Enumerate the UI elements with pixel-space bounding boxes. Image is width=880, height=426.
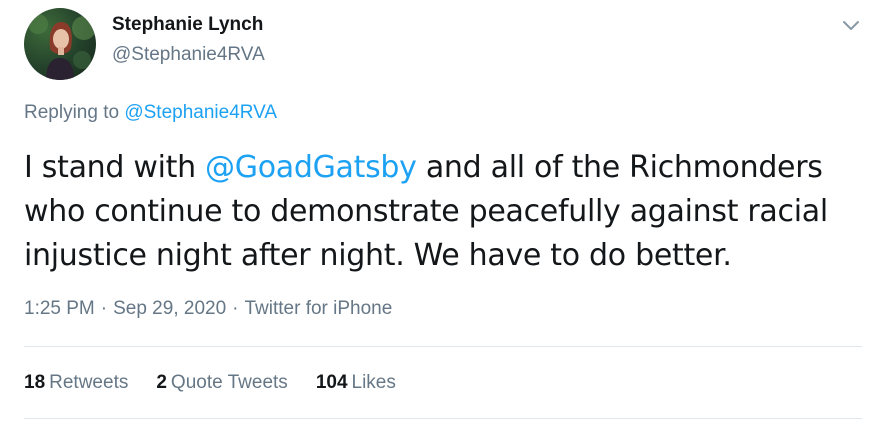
- mention-link[interactable]: @GoadGatsby: [205, 150, 417, 185]
- likes-count: 104: [315, 372, 348, 393]
- tweet-date[interactable]: Sep 29, 2020: [113, 298, 226, 319]
- tweet-stats: 18 Retweets 2 Quote Tweets 104 Likes: [24, 372, 396, 394]
- likes-label: Likes: [351, 372, 396, 393]
- chevron-down-icon[interactable]: [840, 14, 862, 36]
- author-handle[interactable]: @Stephanie4RVA: [112, 44, 265, 66]
- avatar-image: [28, 14, 96, 80]
- divider: [24, 418, 862, 419]
- meta-separator: ·: [100, 298, 108, 319]
- likes-stat[interactable]: 104 Likes: [316, 372, 396, 394]
- tweet-meta: 1:25 PM · Sep 29, 2020 · Twitter for iPhone: [24, 298, 392, 320]
- tweet-text-start: I stand with: [24, 150, 206, 185]
- retweets-count: 18: [24, 372, 46, 393]
- quote-tweets-count: 2: [156, 372, 167, 393]
- replying-to: Replying to @Stephanie4RVA: [24, 102, 277, 124]
- author-display-name[interactable]: Stephanie Lynch: [112, 14, 263, 36]
- tweet-source[interactable]: Twitter for iPhone: [244, 298, 392, 319]
- meta-separator: ·: [232, 298, 239, 319]
- retweets-label: Retweets: [49, 372, 129, 393]
- retweets-stat[interactable]: 18 Retweets: [24, 372, 128, 394]
- quote-tweets-stat[interactable]: 2 Quote Tweets: [156, 372, 287, 394]
- quote-tweets-label: Quote Tweets: [170, 372, 288, 393]
- replying-target-link[interactable]: @Stephanie4RVA: [124, 102, 277, 123]
- tweet-text: I stand with @GoadGatsby and all of the …: [24, 146, 854, 278]
- avatar[interactable]: [24, 8, 96, 80]
- divider: [24, 346, 862, 347]
- tweet-time[interactable]: 1:25 PM: [24, 298, 95, 319]
- replying-prefix: Replying to: [24, 102, 120, 123]
